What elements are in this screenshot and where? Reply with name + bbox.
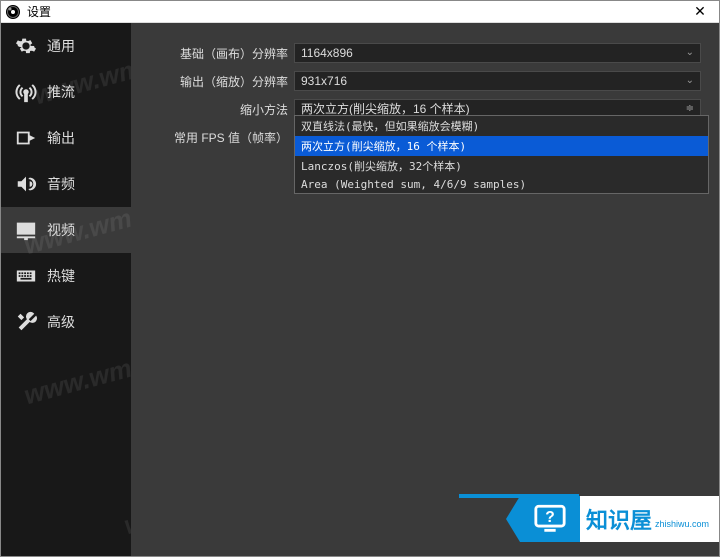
output-icon: [15, 127, 37, 149]
app-icon: [5, 4, 21, 20]
sidebar-item-label: 音频: [47, 174, 75, 194]
body: www.wmzhe.com www.wmzhe.com www.wmzhe.co…: [1, 23, 719, 556]
downscale-filter-options: 双直线法(最快，但如果缩放会模糊) 两次立方(削尖缩放，16 个样本) Lanc…: [294, 115, 709, 194]
close-button[interactable]: ✕: [685, 3, 715, 20]
banner-text: 知识屋 zhishiwu.com: [580, 496, 719, 542]
option-lanczos[interactable]: Lanczos(削尖缩放，32个样本): [295, 156, 708, 176]
sidebar-item-hotkeys[interactable]: 热键: [1, 253, 131, 299]
dropdown-value: 931x716: [301, 72, 347, 90]
banner-logo-box: ?: [520, 496, 580, 542]
banner-brand: 知识屋: [586, 503, 652, 535]
sidebar-item-output[interactable]: 输出: [1, 115, 131, 161]
sidebar-item-advanced[interactable]: 高级: [1, 299, 131, 345]
option-bicubic[interactable]: 两次立方(削尖缩放，16 个样本): [295, 136, 708, 156]
chevron-down-icon: ⌄: [686, 72, 694, 90]
chevron-down-icon: ⌄: [686, 44, 694, 62]
sidebar-item-label: 视频: [47, 220, 75, 240]
sidebar-item-label: 通用: [47, 36, 75, 56]
label-base-resolution: 基础（画布）分辨率: [149, 45, 294, 62]
banner-tail: [506, 496, 520, 542]
sidebar-item-general[interactable]: 通用: [1, 23, 131, 69]
brand-banner: ? 知识屋 zhishiwu.com: [506, 496, 719, 542]
keyboard-icon: [15, 265, 37, 287]
label-fps: 常用 FPS 值（帧率）: [149, 129, 294, 146]
tools-icon: [15, 311, 37, 333]
sidebar-item-label: 推流: [47, 82, 75, 102]
svg-text:?: ?: [545, 509, 555, 526]
banner-url: zhishiwu.com: [655, 519, 709, 529]
dropdown-value: 1164x896: [301, 44, 353, 62]
antenna-icon: [15, 81, 37, 103]
sidebar: 通用 推流 输出 音频 视频 热键: [1, 23, 131, 556]
row-base-resolution: 基础（画布）分辨率 1164x896 ⌄: [149, 43, 701, 63]
row-output-resolution: 输出（缩放）分辨率 931x716 ⌄: [149, 71, 701, 91]
main-panel: 基础（画布）分辨率 1164x896 ⌄ 输出（缩放）分辨率 931x716 ⌄…: [131, 23, 719, 556]
sidebar-item-label: 高级: [47, 312, 75, 332]
option-area[interactable]: Area (Weighted sum, 4/6/9 samples): [295, 176, 708, 193]
sidebar-item-audio[interactable]: 音频: [1, 161, 131, 207]
window-title: 设置: [27, 3, 685, 20]
label-downscale-filter: 缩小方法: [149, 101, 294, 118]
dropdown-base-resolution[interactable]: 1164x896 ⌄: [294, 43, 701, 63]
sidebar-item-stream[interactable]: 推流: [1, 69, 131, 115]
banner-accent: [459, 494, 579, 498]
dropdown-output-resolution[interactable]: 931x716 ⌄: [294, 71, 701, 91]
sidebar-item-video[interactable]: 视频: [1, 207, 131, 253]
option-bilinear[interactable]: 双直线法(最快，但如果缩放会模糊): [295, 116, 708, 136]
sidebar-item-label: 输出: [47, 128, 75, 148]
monitor-icon: [15, 219, 37, 241]
label-output-resolution: 输出（缩放）分辨率: [149, 73, 294, 90]
settings-window: 设置 ✕ www.wmzhe.com www.wmzhe.com www.wmz…: [0, 0, 720, 557]
gear-icon: [15, 35, 37, 57]
sidebar-item-label: 热键: [47, 266, 75, 286]
monitor-question-icon: ?: [533, 502, 567, 536]
speaker-icon: [15, 173, 37, 195]
titlebar: 设置 ✕: [1, 1, 719, 23]
